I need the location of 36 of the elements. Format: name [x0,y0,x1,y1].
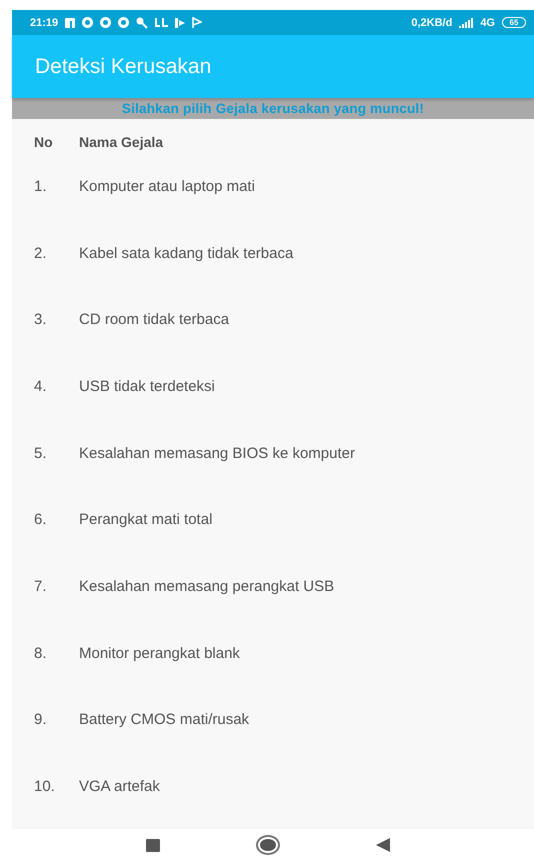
recent-apps-button[interactable] [146,838,160,852]
signal-icon [459,18,474,28]
chat-icon [82,17,94,28]
row-number: 8. [33,644,48,662]
column-header: No [33,134,54,150]
network-type: 4G [480,16,495,28]
data-speed: 0,2KB/d [411,16,452,28]
symptom-item[interactable]: USB tidak terdeteksi [79,378,215,395]
key-icon [136,16,148,28]
row-number: 6. [33,511,48,528]
symptom-item[interactable]: Kesalahan memasang perangkat USB [79,578,334,595]
row-number: 9. [33,711,48,728]
app-title: Deteksi Kerusakan [34,54,212,78]
symptom-item[interactable]: Kesalahan memasang BIOS ke komputer [79,444,355,462]
row-number: 10. [33,778,56,796]
battery-level: 65 [502,17,526,28]
home-button[interactable] [256,835,280,855]
symptom-item[interactable]: Kabel sata kadang tidak terbaca [79,244,294,262]
row-number: 1. [33,178,48,195]
back-button[interactable] [376,838,390,852]
row-number: 4. [33,378,48,395]
row-number: 2. [33,244,48,262]
row-number: 7. [33,578,48,595]
chat-icon [100,17,112,28]
symptom-item[interactable]: Perangkat mati total [79,511,212,528]
symptom-item[interactable]: CD room tidak terbaca [79,311,230,328]
symptom-item[interactable]: VGA artefak [79,778,160,796]
instruction-text: Silahkan pilih Gejala kerusakan yang muncul! [122,101,424,116]
row-number: 5. [33,444,48,462]
symptom-item[interactable]: Monitor perangkat blank [79,644,240,662]
clock: 21:19 [30,16,58,28]
symptom-item[interactable]: Battery CMOS mati/rusak [79,711,250,728]
symptom-item[interactable]: Komputer atau laptop mati [79,178,255,195]
column-header: Nama Gejala [79,134,164,150]
chat-icon [118,17,130,28]
row-number: 3. [33,311,48,328]
